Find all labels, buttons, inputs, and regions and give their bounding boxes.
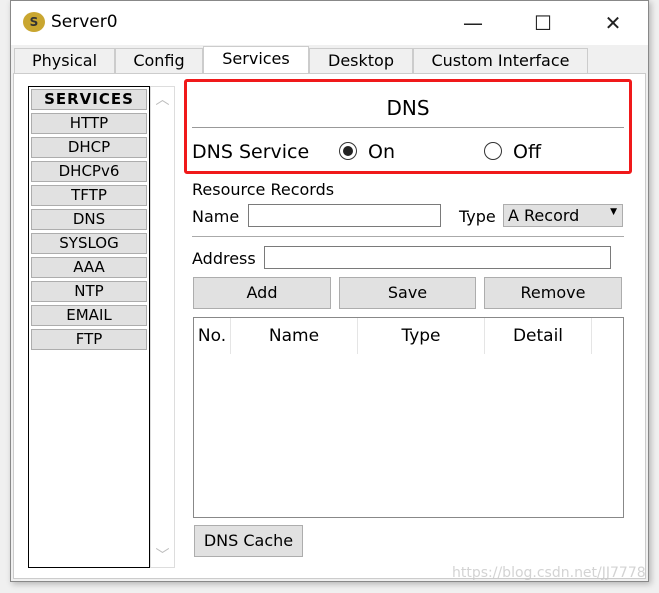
sidebar-item-dns[interactable]: DNS <box>31 209 147 230</box>
window-title: Server0 <box>51 12 118 32</box>
type-select[interactable]: A Record ▼ <box>503 204 623 227</box>
chevron-up-icon[interactable]: ︿ <box>151 89 174 109</box>
records-table: No. Name Type Detail <box>193 317 624 518</box>
type-label: Type <box>459 207 496 226</box>
watermark: https://blog.csdn.net/JJ7778 <box>452 565 646 581</box>
maximize-button[interactable]: ☐ <box>523 9 563 37</box>
dns-on-label: On <box>368 141 395 163</box>
name-input[interactable] <box>248 204 441 227</box>
dns-off-label: Off <box>513 141 542 163</box>
services-list: SERVICES HTTP DHCP DHCPv6 TFTP DNS SYSLO… <box>28 86 150 568</box>
sidebar-item-aaa[interactable]: AAA <box>31 257 147 278</box>
sidebar-item-tftp[interactable]: TFTP <box>31 185 147 206</box>
name-label: Name <box>192 207 240 226</box>
address-input[interactable] <box>264 246 611 269</box>
save-button[interactable]: Save <box>339 277 476 309</box>
sidebar-item-dhcpv6[interactable]: DHCPv6 <box>31 161 147 182</box>
tab-config[interactable]: Config <box>115 48 203 73</box>
column-header-name[interactable]: Name <box>231 318 358 354</box>
dns-cache-button[interactable]: DNS Cache <box>194 525 303 557</box>
sidebar-item-ntp[interactable]: NTP <box>31 281 147 302</box>
minimize-button[interactable]: — <box>453 9 493 37</box>
tab-custom-interface[interactable]: Custom Interface <box>413 48 588 73</box>
title-bar: S Server0 — ☐ ✕ <box>11 1 648 45</box>
dns-service-label: DNS Service <box>192 141 310 163</box>
tab-physical[interactable]: Physical <box>14 48 115 73</box>
dns-off-radio[interactable] <box>484 142 502 160</box>
column-header-type[interactable]: Type <box>358 318 485 354</box>
server-window: S Server0 — ☐ ✕ Physical Config Services… <box>10 0 649 582</box>
add-button[interactable]: Add <box>193 277 331 309</box>
services-scrollbar[interactable]: ︿ ﹀ <box>150 86 175 568</box>
divider <box>192 127 624 128</box>
remove-button[interactable]: Remove <box>484 277 622 309</box>
chevron-down-icon[interactable]: ﹀ <box>151 545 174 565</box>
sidebar-item-email[interactable]: EMAIL <box>31 305 147 326</box>
sidebar-item-dhcp[interactable]: DHCP <box>31 137 147 158</box>
server-icon: S <box>23 12 45 32</box>
sidebar-item-ftp[interactable]: FTP <box>31 329 147 350</box>
sidebar-item-http[interactable]: HTTP <box>31 113 147 134</box>
type-value: A Record <box>508 206 580 225</box>
divider <box>192 236 624 237</box>
close-button[interactable]: ✕ <box>593 9 633 37</box>
resource-records-label: Resource Records <box>192 180 335 199</box>
dns-heading: DNS <box>386 96 430 120</box>
tab-desktop[interactable]: Desktop <box>309 48 413 73</box>
column-header-no[interactable]: No. <box>194 318 231 354</box>
sidebar-item-syslog[interactable]: SYSLOG <box>31 233 147 254</box>
services-header: SERVICES <box>31 89 147 110</box>
services-panel: SERVICES HTTP DHCP DHCPv6 TFTP DNS SYSLO… <box>13 73 646 579</box>
tab-services[interactable]: Services <box>203 46 309 74</box>
dns-on-radio[interactable] <box>339 142 357 160</box>
column-header-detail[interactable]: Detail <box>485 318 592 354</box>
address-label: Address <box>192 249 256 268</box>
dropdown-arrow-icon: ▼ <box>610 207 617 217</box>
